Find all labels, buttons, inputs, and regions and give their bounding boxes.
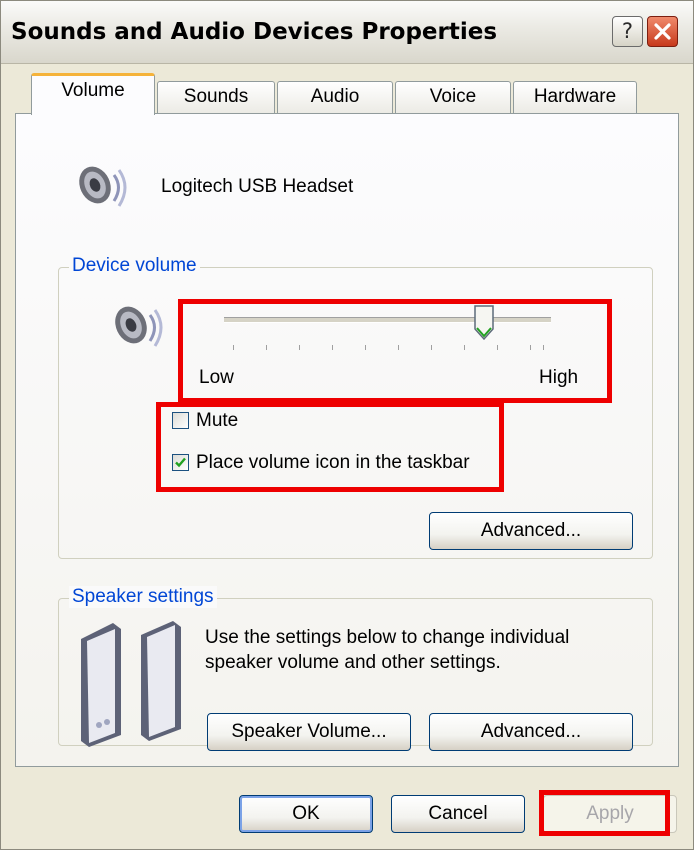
volume-speaker-icon (115, 306, 163, 347)
apply-highlight-box (539, 790, 670, 836)
tab-audio[interactable]: Audio (277, 81, 393, 113)
ok-button[interactable]: OK (239, 795, 373, 833)
device-name: Logitech USB Headset (161, 176, 354, 197)
speaker-advanced-button[interactable]: Advanced... (429, 713, 633, 751)
properties-dialog: Sounds and Audio Devices Properties ? Vo… (0, 0, 694, 850)
speaker-settings-label: Speaker settings (69, 586, 217, 608)
close-icon (654, 23, 671, 40)
title-bar[interactable]: Sounds and Audio Devices Properties ? (1, 1, 693, 64)
close-button[interactable] (647, 16, 678, 47)
help-icon: ? (621, 19, 634, 43)
tab-volume[interactable]: Volume (31, 73, 155, 115)
slider-highlight-box (178, 299, 612, 403)
tab-hardware[interactable]: Hardware (513, 81, 637, 113)
speaker-icon (79, 166, 127, 207)
device-advanced-button[interactable]: Advanced... (429, 512, 633, 550)
tab-sounds[interactable]: Sounds (157, 81, 275, 113)
cancel-button[interactable]: Cancel (391, 795, 525, 833)
window-title: Sounds and Audio Devices Properties (11, 19, 498, 45)
checkbox-highlight-box (156, 402, 504, 492)
desktop-speakers-icon (81, 621, 181, 747)
tab-voice[interactable]: Voice (395, 81, 511, 113)
speaker-volume-button[interactable]: Speaker Volume... (207, 713, 411, 751)
speaker-description-line2: speaker volume and other settings. (205, 652, 501, 673)
speaker-description-line1: Use the settings below to change individ… (205, 627, 570, 648)
help-button[interactable]: ? (612, 16, 643, 47)
device-volume-label: Device volume (69, 255, 200, 277)
